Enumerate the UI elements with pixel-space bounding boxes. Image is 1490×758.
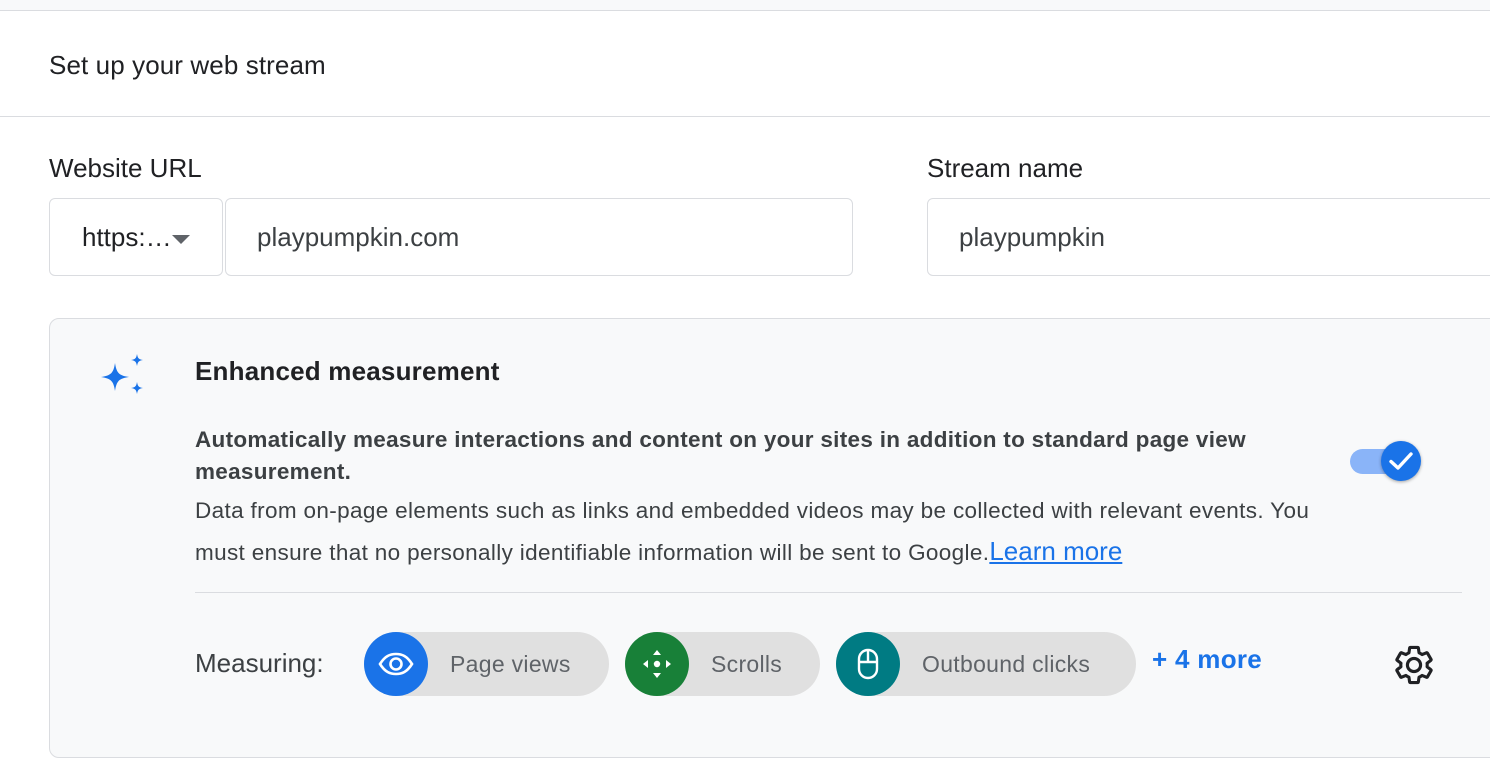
page-title: Set up your web stream [49,50,326,80]
learn-more-link[interactable]: Learn more [989,536,1122,566]
stream-name-input[interactable]: playpumpkin [927,198,1490,276]
enhanced-measurement-summary: Automatically measure interactions and c… [195,427,1246,484]
eye-icon [364,632,428,696]
stream-name-label: Stream name [927,153,1084,183]
toggle-knob [1381,441,1421,481]
header-divider [0,116,1490,117]
caret-down-icon [172,235,190,244]
sparkle-icon [101,354,143,394]
protocol-value: https:… [82,221,172,252]
enhanced-measurement-title: Enhanced measurement [195,356,500,386]
scroll-arrows-icon [625,632,689,696]
chip-scrolls[interactable]: Scrolls [625,632,820,696]
gear-icon[interactable] [1392,643,1436,687]
chip-outbound-clicks[interactable]: Outbound clicks [836,632,1136,696]
card-divider [195,592,1462,593]
chip-label-outbound-clicks: Outbound clicks [922,650,1091,677]
website-url-label: Website URL [49,153,202,183]
measuring-label: Measuring: [195,648,324,678]
website-url-value: playpumpkin.com [257,221,460,252]
protocol-select[interactable]: https:… [49,198,223,276]
chip-label-scrolls: Scrolls [711,650,783,677]
enhanced-measurement-toggle[interactable] [1349,440,1423,484]
enhanced-measurement-description: Data from on-page elements such as links… [195,491,1365,573]
chip-page-views[interactable]: Page views [364,632,609,696]
website-url-input[interactable]: playpumpkin.com [225,198,853,276]
more-link[interactable]: + 4 more [1152,644,1262,675]
stream-name-value: playpumpkin [959,221,1105,252]
mouse-icon [836,632,900,696]
chip-label-page-views: Page views [450,650,571,677]
top-strip [0,0,1490,11]
checkmark-icon [1389,452,1413,470]
description-text: Data from on-page elements such as links… [195,498,1310,565]
